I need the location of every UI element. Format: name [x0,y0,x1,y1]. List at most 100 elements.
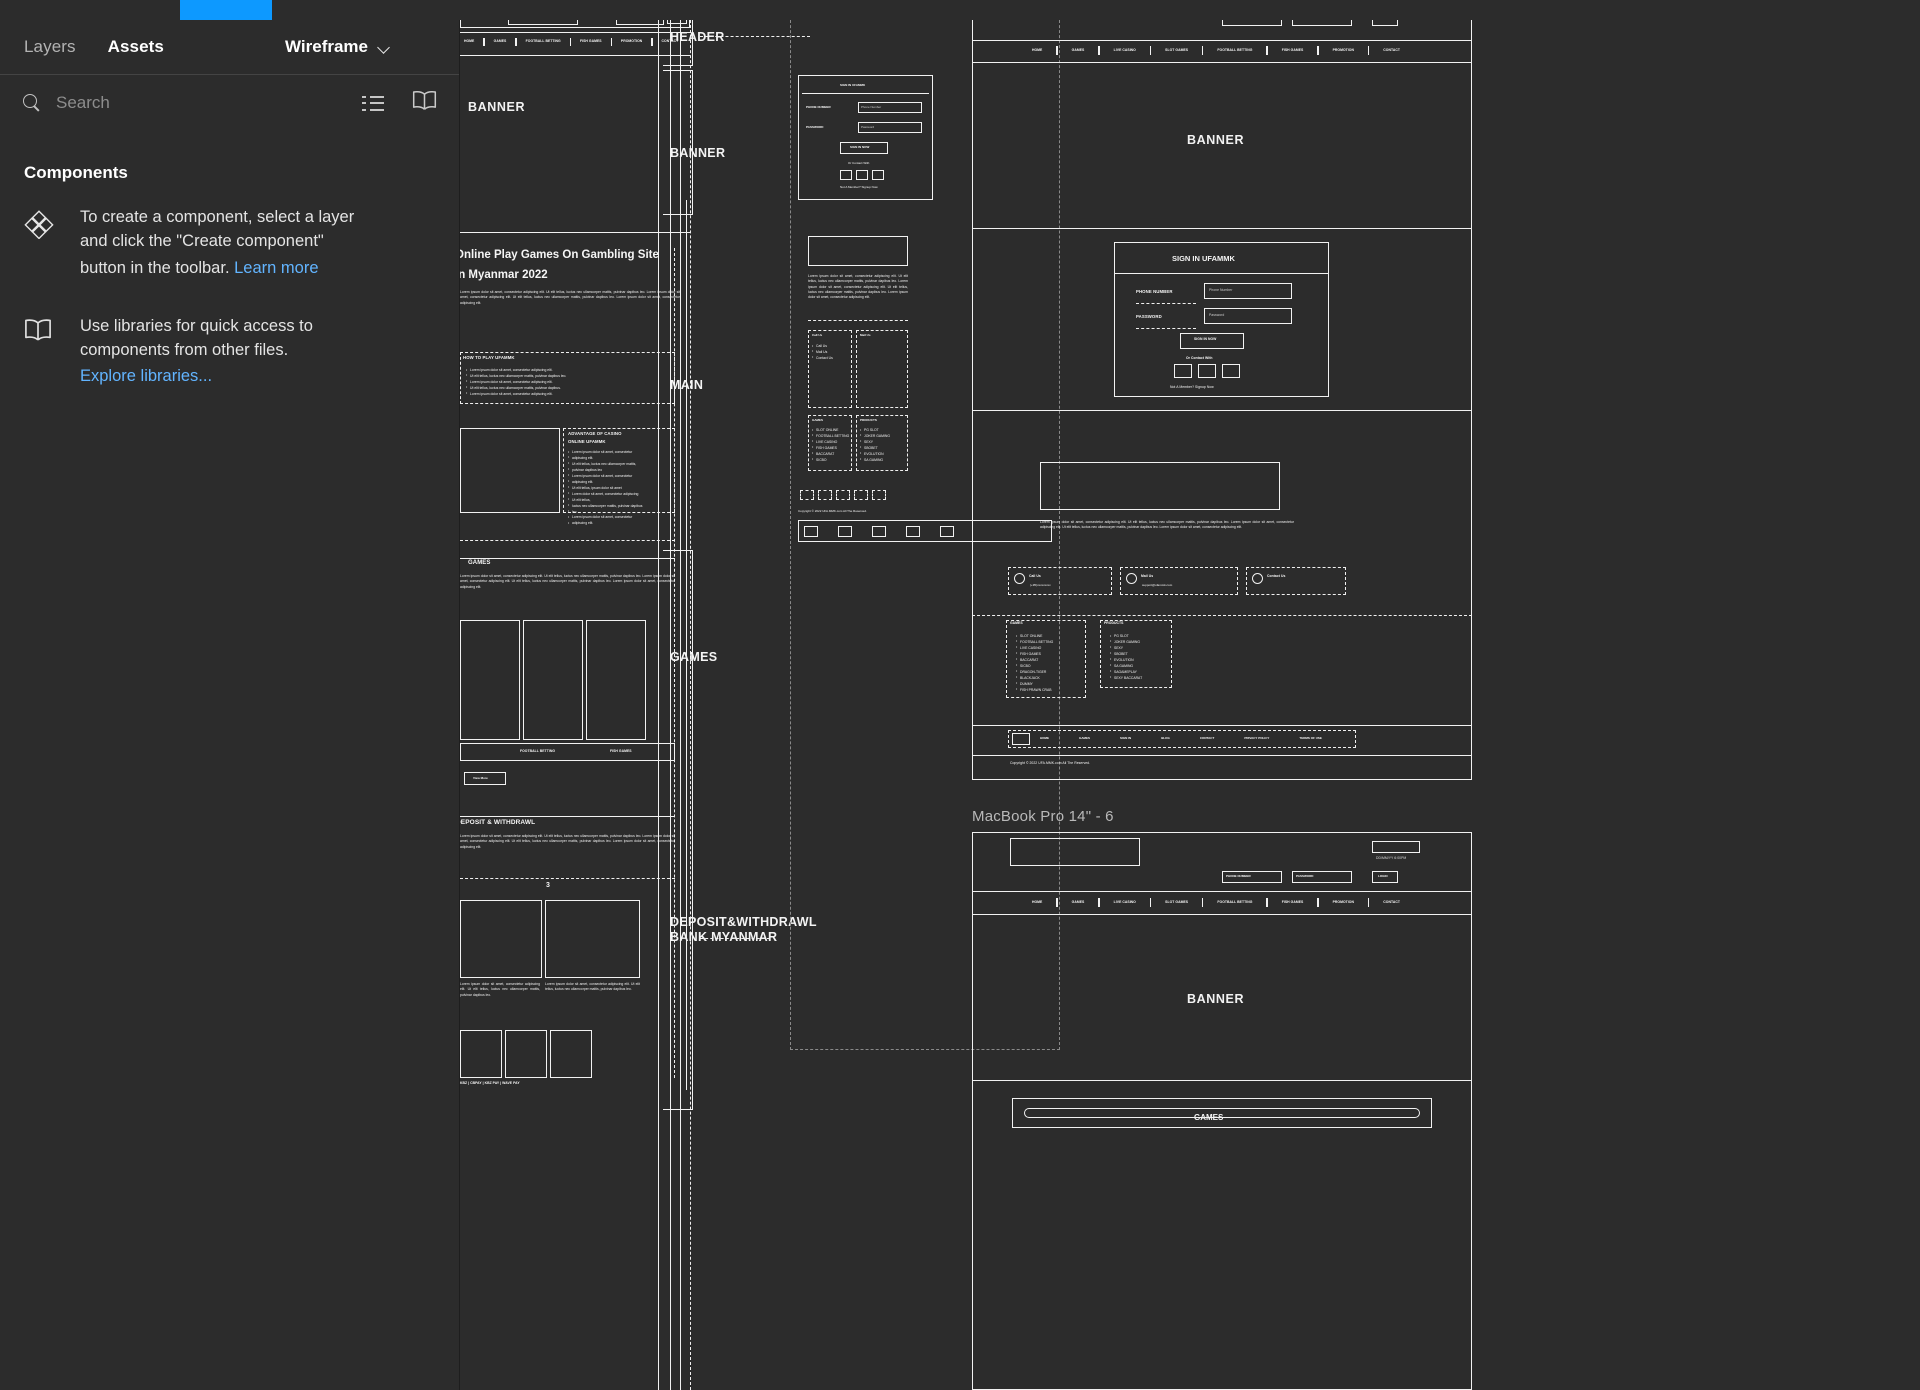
design-canvas[interactable]: PHONE NUMBER Phone Number PASSWORD LOGIN… [460,0,1920,1390]
contact-card-value: (+95)xxxxxxxxx [1030,583,1051,587]
list-item[interactable]: FISH PRAWN CRAB [1016,687,1053,694]
explore-libraries-link[interactable]: Explore libraries... [80,364,212,388]
wf-c-footer-link[interactable]: Not A Member? Signup Now [1170,385,1214,389]
footer-nav-item[interactable]: HOME [1040,737,1049,740]
wf-b-games-list: SLOT ONLINE FOOTBALL BETTING LIVE CASINO… [812,428,849,464]
footer-list-title: GAMES [1010,621,1023,625]
footer-nav-item[interactable]: BLOG [1161,737,1170,740]
wf-a-banner-label: BANNER [468,100,526,114]
book-icon[interactable] [412,90,437,116]
wf-a-section-title: GAMES [468,560,491,566]
nav-item[interactable]: FOOTBALL BETTING [526,39,561,43]
footer-nav-item[interactable]: TERMS OF USE [1299,737,1322,740]
nav-item[interactable]: FISH GAMES [580,39,602,43]
nav-item[interactable]: HOME [1032,900,1042,904]
wf-b-divider: Or Contact With [848,161,870,165]
tab-layers[interactable]: Layers [24,37,76,57]
wf-d-login-button[interactable]: LOGIN [1378,875,1388,878]
annotation-banner: BANNER [670,146,726,160]
learn-more-link[interactable]: Learn more [234,256,318,280]
wf-d-phone-label: PHONE NUMBER [1226,874,1251,878]
wf-c-copyright: Copyright © 2022 UFA.MMK.com All The Res… [1010,761,1091,765]
page-select-label: Wireframe [285,37,368,56]
annotation-games: GAMES [670,650,718,664]
wf-c-body: Lorem ipsum dolor sit amet, consectetur … [1040,520,1294,530]
footer-nav-item[interactable]: GAMES [1079,737,1090,740]
component-diamond-icon [24,205,58,280]
contact-card[interactable] [1120,567,1238,595]
wf-b-footer-link[interactable]: Not A Member? Signup Now [840,186,878,189]
wf-b-password-input[interactable]: Password [861,126,874,129]
footer-products-list: PG SLOT JOKER GAMING SEXY SBOBET EVOLUTI… [1110,634,1142,682]
wf-c-submit[interactable]: SIGN IN NOW [1194,337,1216,341]
wf-a-label: FOOTBALL BETTING [520,749,556,753]
assets-panel-body: Components To create a component, select… [0,131,459,423]
panel-tab-bar: Layers Assets Wireframe [0,20,459,75]
wf-a-label: FISH GAMES [610,749,632,753]
wf-a-hero-body: Lorem ipsum dolor sit amet, consectetur … [460,290,680,305]
skype-icon[interactable] [1174,364,1192,378]
wf-c-phone-label: PHONE NUMBER [1136,289,1173,294]
nav-item[interactable]: GAMES [1072,48,1085,52]
wf-b-submit[interactable]: SIGN IN NOW [850,146,869,149]
wf-a-hero-title-2: In Myanmar 2022 [460,269,548,281]
wf-a-section-title: ADVANTAGE OF CASINO [568,431,622,436]
wf-a-view-more[interactable]: View More [473,777,488,780]
wf-c-modal-title: SIGN IN UFAMMK [1172,254,1235,263]
nav-item[interactable]: SLOT GAMES [1165,48,1188,52]
wf-b-phone-input[interactable]: Phone Number [861,106,881,109]
search-input[interactable] [56,93,338,113]
nav-item[interactable]: PROMOTION [621,39,642,43]
page-select-wireframe[interactable]: Wireframe [285,37,391,57]
wireframe-frame-macbook-6[interactable]: MacBook Pro 14" - 6 DD/MM/YY 6:00PM PHON… [972,808,1472,1390]
nav-item[interactable]: FISH GAMES [1282,48,1304,52]
nav-item[interactable]: HOME [1032,48,1042,52]
wf-a-step-text: Lorem ipsum dolor sit amet, consectetur … [545,982,640,992]
wf-d-banner-label: BANNER [1187,992,1245,1006]
list-view-icon[interactable] [362,95,384,112]
nav-item[interactable]: SLOT GAMES [1165,900,1188,904]
nav-item[interactable]: FOOTBALL BETTING [1217,48,1252,52]
mail-icon[interactable] [1222,364,1240,378]
components-section-title: Components [24,163,128,182]
wf-a-bank-label: KBZ | CBPAY | KBZ PAY | WAVE PAY [460,1081,520,1085]
list-item: SA GAMING [860,457,890,464]
nav-item[interactable]: FISH GAMES [1282,900,1304,904]
wf-c-password-input[interactable]: Password [1209,313,1224,317]
frame-label-macbook-6[interactable]: MacBook Pro 14" - 6 [972,808,1114,825]
wf-b-products-list: PG SLOT JOKER GAMING SEXY SBOBET EVOLUTI… [860,428,890,464]
figma-window: Layers Assets Wireframe Search Component… [0,0,1920,1390]
list-item[interactable]: SEXY BACCARAT [1110,675,1142,682]
wf-c-banner-label: BANNER [1187,133,1245,147]
wf-a-step: 3 [546,882,550,889]
footer-nav-item[interactable]: PRIVACY POLICY [1244,737,1269,740]
nav-item[interactable]: PROMOTION [1333,900,1354,904]
wireframe-frame-macbook-5[interactable]: DD/MM/YY 6:00PM HOME GAMES LIVE CASINO S… [972,0,1472,790]
wf-a-section-title: DEPOSIT & WITHDRAWL [460,819,536,826]
nav-item[interactable]: CONTACT [1383,900,1400,904]
footer-nav[interactable]: HOME GAMES SIGN IN BLOG CONTACT PRIVACY … [1040,737,1322,740]
wf-a-step-text: Lorem ipsum dolor sit amet, consectetur … [460,982,540,997]
wf-d-games-title: GAMES [1194,1113,1224,1122]
nav-item[interactable]: CONTACT [1383,48,1400,52]
wf-a-deposit-body: Lorem ipsum dolor sit amet, consectetur … [460,834,675,849]
nav-item[interactable]: LIVE CASINO [1114,48,1136,52]
nav-item[interactable]: FOOTBALL BETTING [1217,900,1252,904]
nav-item[interactable]: GAMES [494,39,507,43]
footer-nav-item[interactable]: CONTACT [1200,737,1214,740]
wf-c-nav[interactable]: HOME GAMES LIVE CASINO SLOT GAMES FOOTBA… [1032,46,1400,55]
footer-nav-item[interactable]: SIGN IN [1120,737,1131,740]
nav-item[interactable]: LIVE CASINO [1114,900,1136,904]
wf-d-nav[interactable]: HOME GAMES LIVE CASINO SLOT GAMES FOOTBA… [1032,898,1400,907]
nav-item[interactable]: HOME [464,39,474,43]
left-assets-panel: Layers Assets Wireframe Search Component… [0,20,460,1390]
search-icon [22,93,42,113]
nav-item[interactable]: PROMOTION [1333,48,1354,52]
nav-item[interactable]: GAMES [1072,900,1085,904]
wf-b-copyright: Copyright © 2022 UFA.MMK.com All The Res… [798,509,867,513]
tab-assets[interactable]: Assets [108,37,164,57]
wf-a-section-title: HOW TO PLAY UFAMMK [463,355,515,360]
facebook-icon[interactable] [1198,364,1216,378]
mail-icon [1126,573,1137,584]
wf-c-phone-input[interactable]: Phone Number [1209,288,1232,292]
